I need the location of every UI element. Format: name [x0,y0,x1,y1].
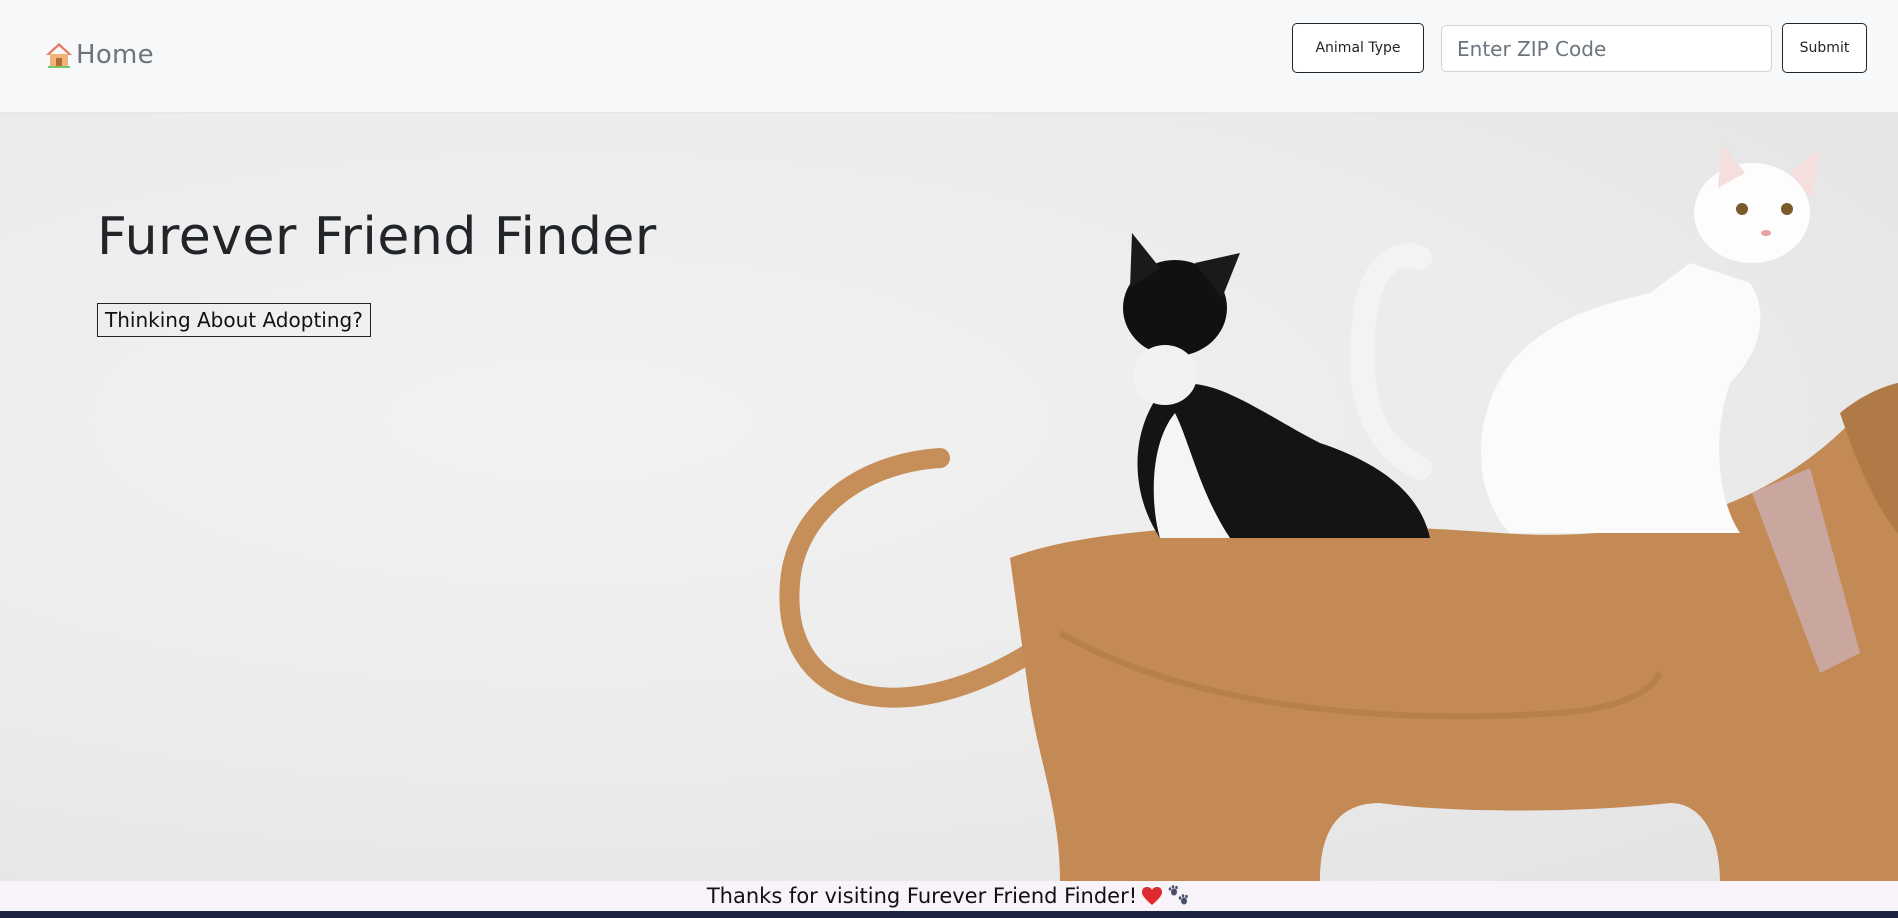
adopting-button[interactable]: Thinking About Adopting? [97,303,371,337]
home-link[interactable]: Home [44,40,154,70]
animal-type-button[interactable]: Animal Type [1292,23,1424,73]
zip-code-input[interactable] [1441,25,1772,72]
red-heart-icon [1141,886,1163,906]
home-label: Home [76,40,154,70]
bottom-bar [0,911,1898,918]
footer-banner: Thanks for visiting Furever Friend Finde… [0,881,1898,911]
top-navbar: Home Animal Type Submit [0,0,1898,113]
hero-section: Furever Friend Finder Thinking About Ado… [0,113,1898,881]
hero-title: Furever Friend Finder [97,207,657,267]
footer-message: Thanks for visiting Furever Friend Finde… [706,884,1138,908]
paw-prints-icon [1167,885,1191,907]
submit-button[interactable]: Submit [1782,23,1867,73]
house-icon [46,43,72,68]
